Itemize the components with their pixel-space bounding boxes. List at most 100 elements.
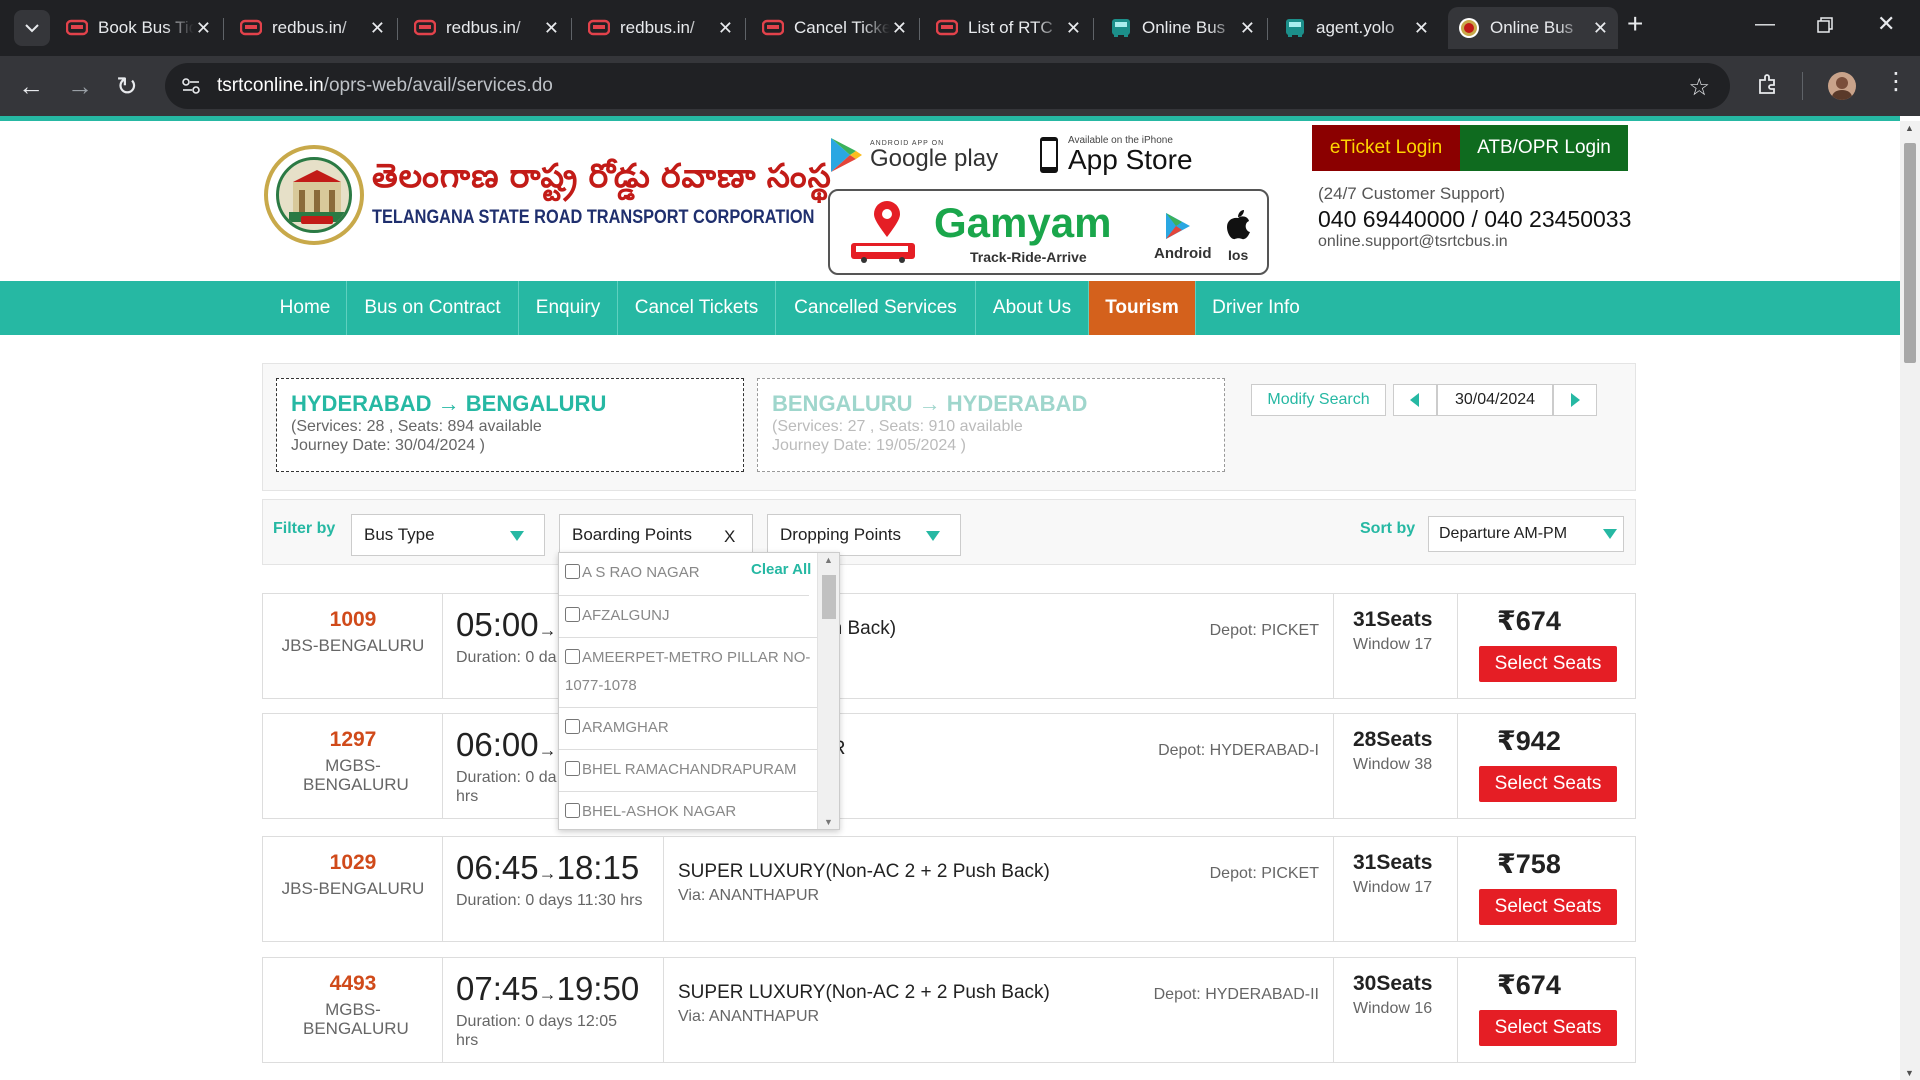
new-tab-icon[interactable]: +: [1627, 10, 1643, 38]
boarding-option[interactable]: AMEERPET-METRO PILLAR NO-1077-1078: [559, 638, 817, 708]
profile-avatar[interactable]: [1828, 72, 1856, 100]
nav-tourism[interactable]: Tourism: [1089, 281, 1196, 335]
boarding-option[interactable]: ARAMGHAR: [559, 708, 817, 750]
bookmark-star-icon[interactable]: ☆: [1688, 73, 1710, 102]
service-number[interactable]: 1029: [263, 851, 443, 875]
boarding-option-checkbox[interactable]: [565, 564, 580, 579]
google-play-badge[interactable]: ANDROID APP ON Google play: [828, 133, 998, 177]
boarding-option-checkbox[interactable]: [565, 761, 580, 776]
browser-tab[interactable]: Book Bus Tickets ✕: [56, 7, 221, 49]
onward-route-box[interactable]: HYDERABAD → BENGALURU (Services: 28 , Se…: [276, 378, 744, 472]
nav-cancelled-services[interactable]: Cancelled Services: [776, 281, 976, 335]
browser-tab[interactable]: Online Bus ✕: [1100, 7, 1265, 49]
back-icon[interactable]: ←: [18, 73, 44, 99]
close-icon[interactable]: ✕: [718, 18, 733, 39]
tab-search-button[interactable]: [14, 10, 50, 46]
nav-enquiry[interactable]: Enquiry: [519, 281, 618, 335]
dropdown-scrollbar[interactable]: ▲ ▼: [817, 553, 839, 829]
nav-cancel-tickets[interactable]: Cancel Tickets: [618, 281, 776, 335]
close-icon[interactable]: ✕: [1414, 18, 1429, 39]
select-seats-button[interactable]: Select Seats: [1479, 766, 1617, 802]
service-number[interactable]: 4493: [263, 972, 443, 996]
site-settings-icon[interactable]: [181, 76, 201, 101]
forward-icon[interactable]: →: [67, 73, 93, 99]
dropdown-scroll-thumb[interactable]: [822, 575, 836, 619]
close-window-icon[interactable]: ✕: [1877, 12, 1895, 36]
address-bar[interactable]: tsrtconline.in/oprs-web/avail/services.d…: [165, 63, 1730, 109]
scroll-up-icon[interactable]: ▲: [824, 555, 833, 565]
support-email[interactable]: online.support@tsrtcbus.in: [1318, 233, 1508, 251]
service-number[interactable]: 1297: [263, 728, 443, 752]
close-icon[interactable]: ✕: [1240, 18, 1255, 39]
extensions-icon[interactable]: [1756, 72, 1780, 101]
boarding-option[interactable]: A S RAO NAGAR: [559, 553, 809, 596]
app-store-badge[interactable]: Available on the iPhone App Store: [1038, 133, 1193, 177]
boarding-option-checkbox[interactable]: [565, 803, 580, 818]
browser-tab[interactable]: redbus.in/ ✕: [404, 7, 569, 49]
scroll-down-icon[interactable]: ▼: [824, 817, 833, 827]
departure-arrival-time: 07:45→19:50: [456, 970, 640, 1007]
browser-tab[interactable]: Cancel Ticket ✕: [752, 7, 917, 49]
nav-about-us[interactable]: About Us: [976, 281, 1089, 335]
nav-driver-info[interactable]: Driver Info: [1196, 281, 1316, 335]
close-icon[interactable]: ✕: [892, 18, 907, 39]
return-route-box[interactable]: BENGALURU → HYDERABAD (Services: 27 , Se…: [757, 378, 1225, 472]
atb-opr-login-button[interactable]: ATB/OPR Login: [1460, 125, 1628, 171]
gamyam-app-banner[interactable]: Gamyam Track-Ride-Arrive Android Ios: [828, 189, 1269, 275]
select-seats-button[interactable]: Select Seats: [1479, 889, 1617, 925]
eticket-login-button[interactable]: eTicket Login: [1312, 125, 1460, 171]
tab-title: redbus.in/: [620, 18, 695, 37]
boarding-option-label: A S RAO NAGAR: [582, 564, 700, 581]
next-date-button[interactable]: [1553, 384, 1597, 416]
chevron-down-icon: [926, 531, 940, 541]
boarding-option-checkbox[interactable]: [565, 607, 580, 622]
boarding-points-select[interactable]: Boarding Points X: [559, 514, 753, 556]
clear-boarding-icon[interactable]: X: [724, 527, 735, 547]
chevron-down-icon: [510, 531, 524, 541]
close-icon[interactable]: ✕: [370, 18, 385, 39]
previous-date-button[interactable]: [1393, 384, 1437, 416]
service-number[interactable]: 1009: [263, 608, 443, 632]
boarding-option-checkbox[interactable]: [565, 649, 580, 664]
scroll-up-icon[interactable]: ▲: [1905, 123, 1914, 133]
boarding-option-checkbox[interactable]: [565, 719, 580, 734]
menu-kebab-icon[interactable]: ⋮: [1884, 70, 1908, 94]
restore-icon[interactable]: [1817, 14, 1833, 38]
window-seats: Window 17: [1353, 636, 1433, 653]
nav-bus-on-contract[interactable]: Bus on Contract: [347, 281, 519, 335]
departure-time: 06:00→: [456, 726, 557, 763]
boarding-option[interactable]: AFZALGUNJ: [559, 596, 817, 638]
org-name-english: TELANGANA STATE ROAD TRANSPORT CORPORATI…: [372, 207, 815, 228]
seats-available: 31Seats: [1353, 851, 1433, 874]
page-scroll-thumb[interactable]: [1904, 143, 1916, 363]
nav-home[interactable]: Home: [264, 281, 347, 335]
scroll-down-icon[interactable]: ▼: [1905, 1068, 1914, 1078]
close-icon[interactable]: ✕: [1593, 18, 1608, 39]
select-seats-button[interactable]: Select Seats: [1479, 1010, 1617, 1046]
google-play-icon: [831, 138, 862, 172]
minimize-icon[interactable]: —: [1755, 12, 1775, 36]
browser-tab[interactable]: List of RTC ✕: [926, 7, 1091, 49]
sort-select[interactable]: Departure AM-PM: [1428, 516, 1624, 552]
browser-tab[interactable]: redbus.in/ ✕: [578, 7, 743, 49]
close-icon[interactable]: ✕: [1066, 18, 1081, 39]
tab-title: Online Bus: [1142, 18, 1226, 37]
fare: ₹674: [1497, 606, 1561, 636]
close-icon[interactable]: ✕: [544, 18, 559, 39]
select-seats-button[interactable]: Select Seats: [1479, 646, 1617, 682]
boarding-option[interactable]: BHEL-ASHOK NAGAR: [559, 792, 817, 829]
boarding-option[interactable]: BHEL RAMACHANDRAPURAM: [559, 750, 817, 792]
browser-tab-strip: Book Bus Tickets ✕ redbus.in/ ✕ redbus.i…: [0, 0, 1920, 56]
journey-date-field[interactable]: 30/04/2024: [1437, 384, 1553, 416]
browser-tab[interactable]: agent.yolo ✕: [1274, 7, 1439, 49]
modify-search-button[interactable]: Modify Search: [1251, 384, 1386, 416]
page-scrollbar[interactable]: ▲ ▼: [1900, 121, 1920, 1080]
close-icon[interactable]: ✕: [196, 18, 211, 39]
boarding-option-label: BHEL-ASHOK NAGAR: [582, 803, 737, 820]
reload-icon[interactable]: ↻: [116, 73, 138, 99]
browser-tab-active[interactable]: Online Bus ✕: [1448, 7, 1618, 49]
dropping-points-select[interactable]: Dropping Points: [767, 514, 961, 556]
redbus-icon: [240, 17, 262, 39]
bus-type-select[interactable]: Bus Type: [351, 514, 545, 556]
browser-tab[interactable]: redbus.in/ ✕: [230, 7, 395, 49]
